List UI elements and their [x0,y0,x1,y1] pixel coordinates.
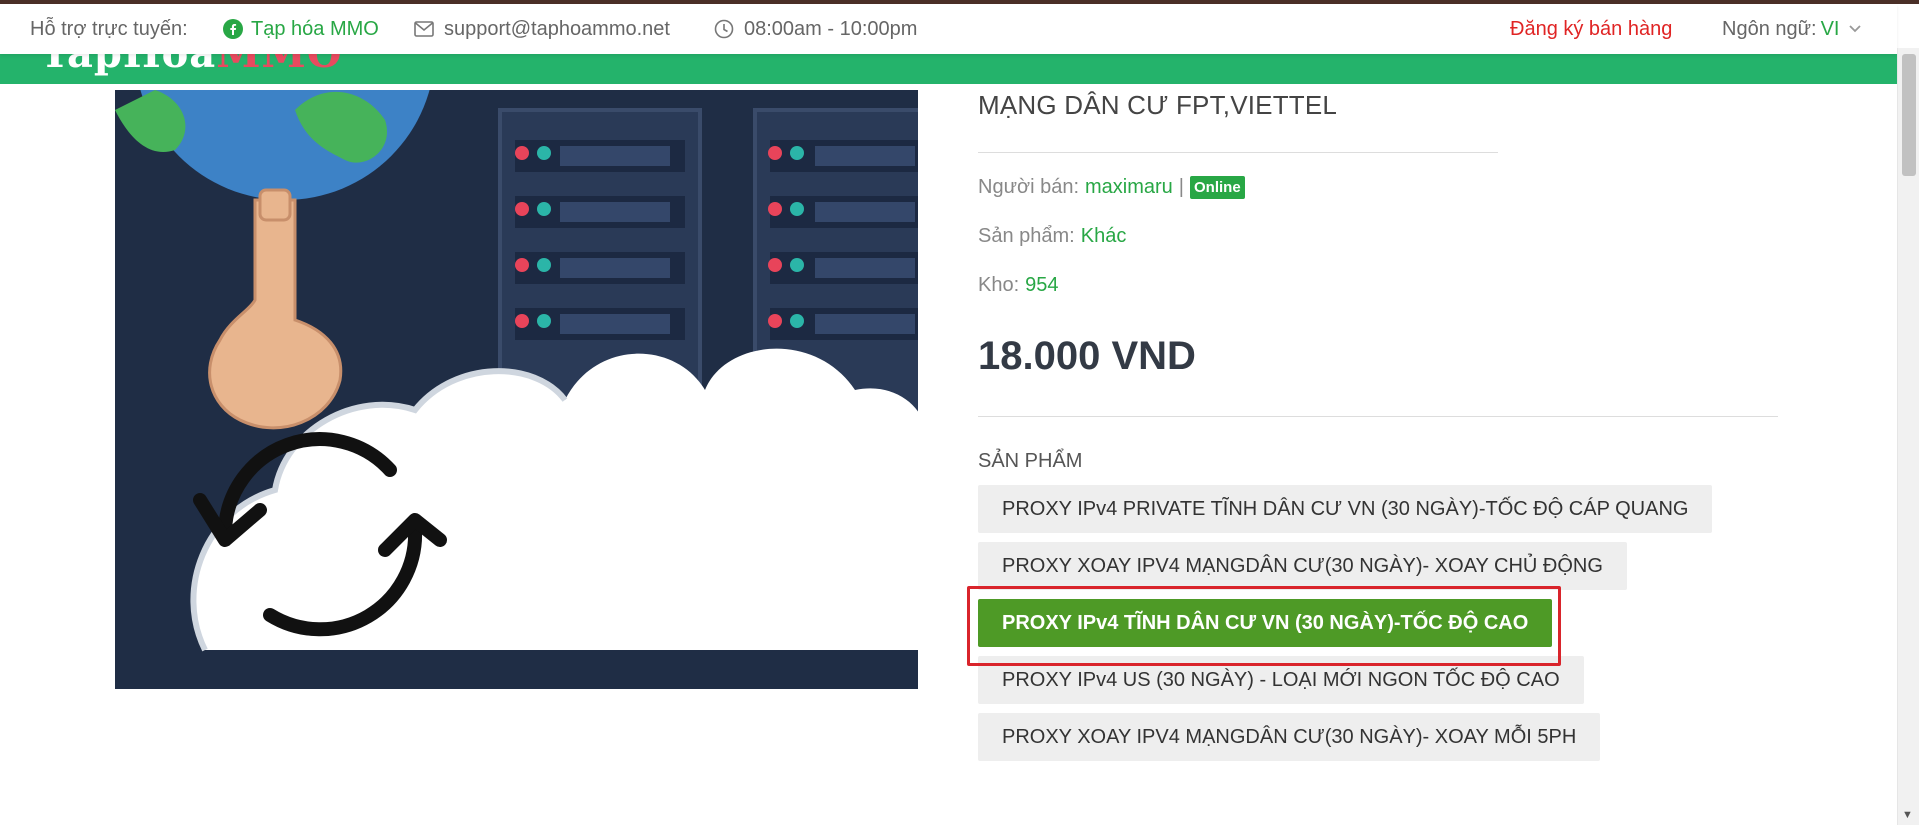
facebook-link[interactable]: Tạp hóa MMO [223,4,379,54]
variant-option[interactable]: PROXY XOAY IPV4 MẠNGDÂN CƯ(30 NGÀY)- XOA… [978,713,1601,761]
support-email-text: support@taphoammo.net [444,17,670,40]
language-value: VI [1820,17,1840,40]
variant-option[interactable]: PROXY IPv4 US (30 NGÀY) - LOẠI MỚI NGON … [978,656,1584,704]
scrollbar-thumb[interactable] [1902,54,1916,176]
divider [978,416,1778,417]
working-hours-text: 08:00am - 10:00pm [744,17,918,40]
chevron-down-icon [1849,25,1862,33]
stock-value: 954 [1025,274,1059,296]
support-email[interactable]: support@taphoammo.net [414,4,670,54]
product-title: MẠNG DÂN CƯ FPT,VIETTEL [978,90,1338,120]
variants-label: SẢN PHẨM [978,450,1083,472]
variant-option[interactable]: PROXY XOAY IPV4 MẠNGDÂN CƯ(30 NGÀY)- XOA… [978,542,1627,590]
scroll-down-arrow-icon[interactable]: ▼ [1902,809,1913,821]
seller-label: Người bán: [978,176,1079,198]
page-scrollbar[interactable]: ▼ [1897,48,1919,825]
variant-option-selected[interactable]: PROXY IPv4 TĨNH DÂN CƯ VN (30 NGÀY)-TỐC … [978,599,1553,647]
variant-option[interactable]: PROXY IPv4 PRIVATE TĨNH DÂN CƯ VN (30 NG… [978,485,1713,533]
facebook-icon [223,19,243,39]
clock-icon [714,19,734,39]
separator: | [1178,176,1184,198]
facebook-link-label: Tạp hóa MMO [251,17,379,40]
register-seller-link[interactable]: Đăng ký bán hàng [1510,4,1672,54]
category-row: Sản phẩm: Khác [978,225,1126,248]
mail-icon [414,21,434,37]
working-hours: 08:00am - 10:00pm [714,4,917,54]
online-badge: Online [1190,176,1245,199]
support-label: Hỗ trợ trực tuyến: [30,17,188,40]
cloud-proxy-illustration [115,90,918,689]
stock-label: Kho: [978,274,1020,296]
top-info-bar: Hỗ trợ trực tuyến: Tạp hóa MMO support@t… [0,4,1897,54]
language-selector[interactable]: Ngôn ngữ: VI [1722,4,1862,54]
category-label: Sản phẩm: [978,225,1075,247]
seller-name-link[interactable]: maximaru [1085,176,1173,199]
product-price: 18.000 VND [978,334,1196,378]
category-link[interactable]: Khác [1081,225,1127,248]
stock-row: Kho: 954 [978,274,1059,297]
language-label: Ngôn ngữ: [1722,17,1817,40]
divider [978,152,1498,153]
seller-row: Người bán: maximaru | Online [978,176,1245,199]
product-image [115,90,918,689]
